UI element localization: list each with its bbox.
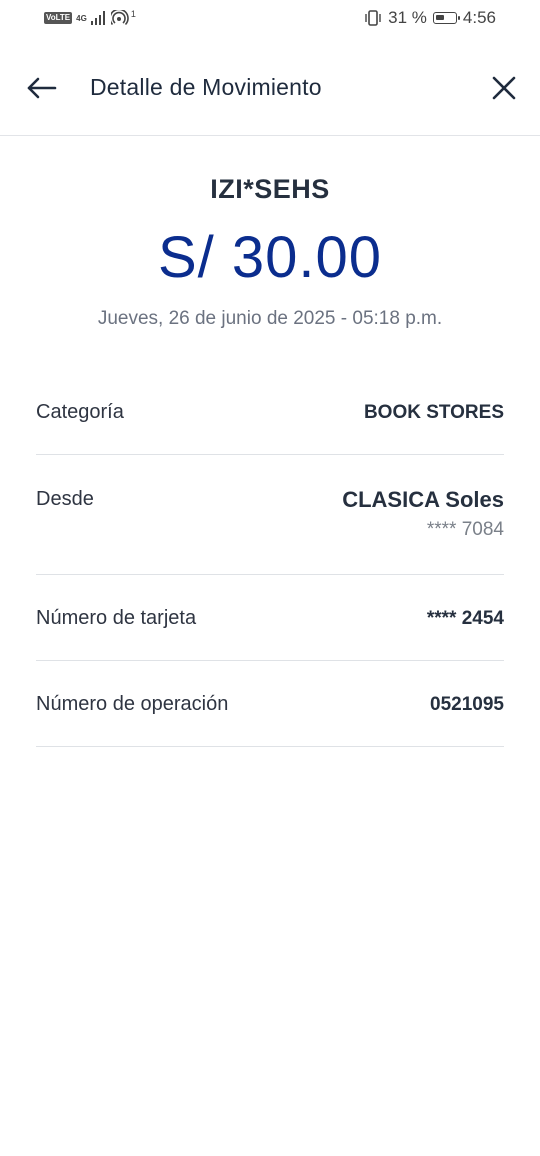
operacion-label: Número de operación bbox=[36, 693, 229, 715]
close-button[interactable] bbox=[490, 74, 518, 102]
tarjeta-label: Número de tarjeta bbox=[36, 607, 197, 629]
status-bar-left: VoLTE 4G 1 bbox=[44, 9, 136, 26]
battery-icon bbox=[432, 12, 460, 24]
status-bar-right: 31 % 4:56 bbox=[364, 8, 496, 28]
status-time: 4:56 bbox=[462, 8, 496, 27]
detail-row-tarjeta: Número de tarjeta **** 2454 bbox=[36, 575, 504, 661]
desde-account-name: CLASICA Soles bbox=[342, 487, 504, 512]
transaction-amount: S/ 30.00 bbox=[157, 225, 383, 290]
signal-icon bbox=[90, 11, 105, 25]
detail-row-operacion: Número de operación 0521095 bbox=[36, 661, 504, 747]
back-button[interactable] bbox=[26, 72, 58, 104]
header: Detalle de Movimiento bbox=[0, 40, 540, 136]
desde-label: Desde bbox=[36, 488, 94, 510]
hotspot-superscript: 1 bbox=[130, 9, 136, 19]
detail-row-categoria: Categoría BOOK STORES bbox=[36, 370, 504, 455]
close-icon bbox=[492, 76, 516, 100]
volte-badge: VoLTE bbox=[44, 12, 73, 24]
transaction-datetime: Jueves, 26 de junio de 2025 - 05:18 p.m. bbox=[97, 308, 443, 329]
battery-percent: 31 % bbox=[388, 8, 427, 27]
battery-level bbox=[435, 15, 444, 20]
details-list: Categoría BOOK STORES Desde CLASICA Sole… bbox=[36, 370, 504, 747]
page-title: Detalle de Movimiento bbox=[90, 74, 322, 100]
status-bar: VoLTE 4G 1 31 % 4:56 bbox=[0, 0, 540, 40]
categoria-label: Categoría bbox=[36, 401, 124, 423]
detail-row-desde: Desde CLASICA Soles **** 7084 bbox=[36, 455, 504, 575]
desde-account-number: **** 7084 bbox=[426, 519, 504, 540]
hotspot-icon bbox=[110, 10, 129, 26]
categoria-value: BOOK STORES bbox=[363, 402, 504, 423]
tarjeta-value: **** 2454 bbox=[426, 608, 504, 629]
network-type: 4G bbox=[76, 13, 87, 23]
arrow-left-icon bbox=[27, 77, 57, 99]
screen: VoLTE 4G 1 31 % 4:56 Detalle de Movimien… bbox=[0, 0, 540, 1156]
operacion-value: 0521095 bbox=[430, 694, 504, 715]
vibrate-icon bbox=[365, 10, 381, 26]
merchant-name: IZI*SEHS bbox=[210, 174, 330, 204]
